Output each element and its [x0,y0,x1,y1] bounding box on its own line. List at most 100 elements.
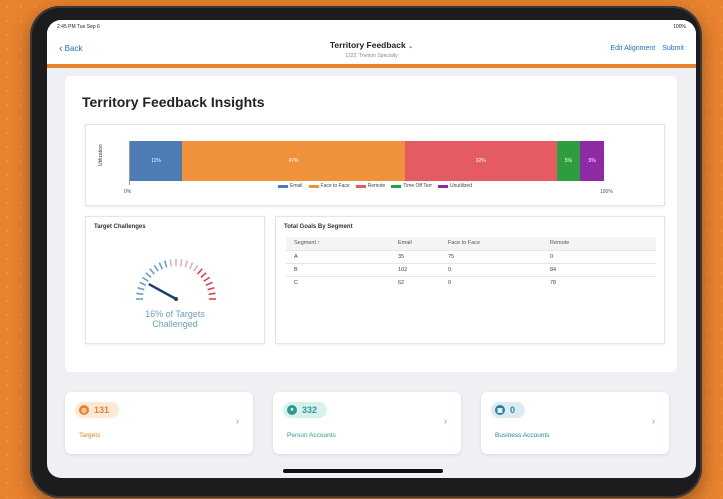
business-accounts-card[interactable]: ▣ 0 Business Accounts › [481,392,669,454]
table-cell: 78 [542,275,656,289]
gauge-tick [184,260,189,268]
bar-segment-time-off-terr[interactable]: 5% [556,141,581,181]
gauge-needle [148,283,178,301]
bar-segment-remote[interactable]: 32% [404,141,557,181]
person-accounts-pill: ● 332 [283,402,328,418]
gauge-tick [179,259,183,267]
business-accounts-label: Business Accounts [495,432,550,439]
table-cell: 0 [440,262,542,276]
gauge-tick [137,286,145,291]
bar-segment-face-to-face[interactable]: 47% [182,141,405,181]
legend-item: Time Off Terr [391,183,432,189]
gauge-tick [188,262,194,270]
home-indicator[interactable] [283,469,443,473]
navigation-bar: ‹ Back Territory Feedback ⌄ 1222: Trento… [47,34,696,68]
chevron-right-icon: › [236,416,239,426]
bar-data-label: 5% [564,158,573,164]
legend-label: Remote [367,183,386,189]
bar-data-label: 32% [475,158,486,164]
business-accounts-pill: ▣ 0 [491,402,526,418]
legend-swatch [308,184,319,188]
submit-button[interactable]: Submit [662,45,684,52]
targets-count-pill: ◎ 131 [75,402,120,418]
tick-label: 0% [124,189,132,195]
edit-alignment-button[interactable]: Edit Alignment [610,45,655,52]
column-header-email[interactable]: Email [390,237,440,250]
person-accounts-card[interactable]: ● 332 Person Accounts › [273,392,461,454]
target-challenges-panel: Target Challenges 16% of Targets Challen… [85,216,265,344]
nav-title-group[interactable]: Territory Feedback ⌄ 1222: Trenton Speci… [47,40,696,59]
table-cell: 0 [542,249,656,263]
table-cell: A [286,249,390,263]
chart-legend: Email Face to Face Remote Time Off Terr Unut… [86,183,664,189]
column-header-remote[interactable]: Remote [542,237,656,250]
business-accounts-count: 0 [510,405,516,415]
status-bar: 2:45 PM Tue Sep 6 100% [47,20,696,34]
legend-label: Face to Face [320,183,350,189]
gauge-tick [136,292,144,296]
gauge-tick [158,262,164,270]
table-cell: C [286,275,390,289]
bar-segment-unutilized[interactable]: 5% [580,141,604,181]
column-header-face-to-face[interactable]: Face to Face [440,237,542,250]
table-cell: 75 [440,249,542,263]
gauge-tick [149,268,155,275]
stacked-bar: 11% 47% 32% 5% 5% [130,141,604,181]
targets-label: Targets [79,432,101,439]
gauge-tick [139,281,147,287]
gauge-tick [193,264,199,272]
gauge-tick [169,259,173,267]
table-cell: 84 [542,262,656,276]
legend-item: Unutilized [438,183,472,189]
utilization-chart: Utilization 11% 47% 32% 5% 5% 0% 100% Email F… [85,124,665,206]
gauge-tick [141,276,149,282]
target-icon: ◎ [79,405,89,415]
gauge-caption: 16% of Targets Challenged [86,309,264,329]
status-battery: 100% [673,24,686,30]
column-header-segment[interactable]: Segment ↑ [286,237,390,250]
gauge-line2: Challenged [152,319,198,329]
gauge-tick [197,268,203,275]
table-row: B 102 0 84 [286,262,656,276]
person-icon: ● [287,405,297,415]
gauge-tick [208,292,216,296]
bar-segment-email[interactable]: 11% [130,141,183,181]
legend-label: Time Off Terr [403,183,433,189]
target-challenges-title: Target Challenges [94,224,146,230]
bar-data-label: 47% [288,158,299,164]
gauge-tick [163,260,168,268]
table-cell: 102 [390,262,440,276]
chevron-right-icon: › [444,416,447,426]
gauge-tick [145,272,152,278]
legend-item: Remote [355,183,386,189]
table-cell: B [286,262,390,276]
gauge-tick [200,272,207,278]
app-screen: 2:45 PM Tue Sep 6 100% ‹ Back Territory … [47,20,696,478]
targets-card[interactable]: ◎ 131 Targets › [65,392,253,454]
targets-count: 131 [94,405,110,415]
page-title: Territory Feedback [329,40,406,50]
chevron-right-icon: › [652,416,655,426]
tick-label: 100% [600,189,613,195]
legend-item: Email [278,183,303,189]
gauge-tick [207,286,215,291]
legend-label: Unutilized [450,183,472,189]
table-cell: 0 [440,275,542,289]
bar-data-label: 5% [588,158,596,164]
table-cell: 62 [390,275,440,289]
gauge-line1: 16% of Targets [145,309,205,319]
building-icon: ▣ [495,405,505,415]
page-subtitle: 1222: Trenton Specialty [345,53,398,59]
bar-data-label: 11% [151,158,161,164]
insights-card: Territory Feedback Insights Utilization … [65,76,677,372]
table-row: C 62 0 78 [286,275,656,289]
legend-swatch [278,184,288,188]
goals-table: Segment ↑ Email Face to Face Remote A 35… [286,237,656,289]
table-header-row: Segment ↑ Email Face to Face Remote [286,237,656,250]
gauge-tick [153,264,159,272]
gauge-tick [205,281,213,287]
legend-swatch [355,184,366,188]
person-accounts-count: 332 [302,405,318,415]
legend-label: Email [290,183,303,189]
goals-by-segment-panel: Total Goals By Segment Segment ↑ Email F… [275,216,665,344]
